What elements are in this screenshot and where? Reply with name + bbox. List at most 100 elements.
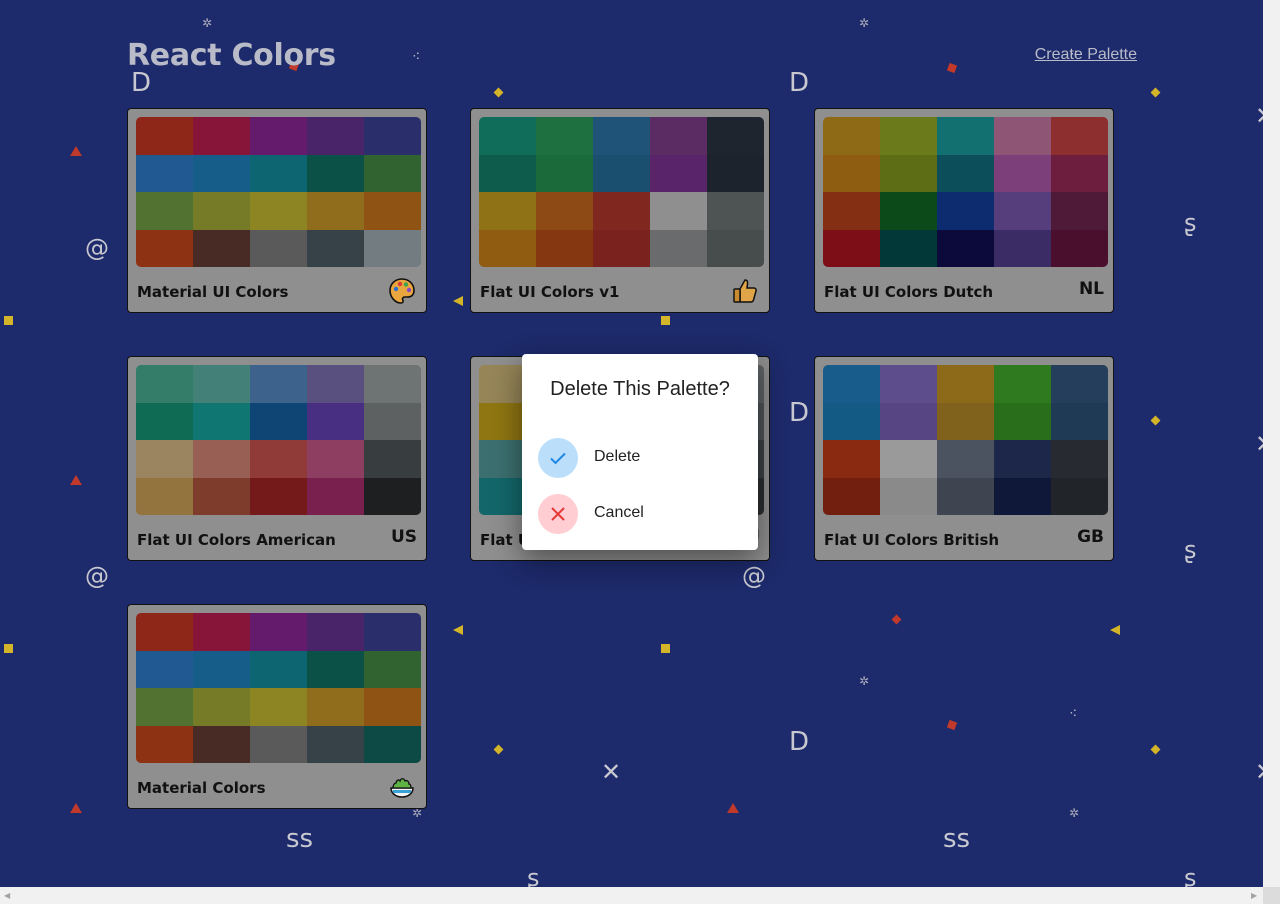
color-swatch bbox=[193, 192, 250, 230]
delete-label: Delete bbox=[594, 448, 641, 465]
color-swatch bbox=[250, 154, 307, 192]
color-swatch bbox=[136, 650, 193, 688]
color-swatch bbox=[250, 440, 307, 478]
delete-option[interactable]: Delete bbox=[538, 436, 742, 480]
color-swatch bbox=[1051, 440, 1108, 478]
color-swatch bbox=[136, 229, 193, 267]
color-swatch bbox=[364, 154, 421, 192]
palette-card[interactable]: Flat UI Colors British GB bbox=[814, 356, 1114, 561]
confetti-decoration: @ bbox=[85, 562, 109, 590]
color-swatch bbox=[307, 650, 364, 688]
color-swatch bbox=[250, 613, 307, 651]
color-swatch bbox=[536, 229, 593, 267]
color-swatch bbox=[937, 229, 994, 267]
color-swatch bbox=[193, 725, 250, 763]
confetti-decoration: ✕ bbox=[601, 758, 622, 786]
color-swatch bbox=[193, 688, 250, 726]
color-swatch bbox=[307, 117, 364, 155]
color-swatch bbox=[937, 192, 994, 230]
confetti-decoration: ✲ bbox=[859, 674, 870, 688]
color-swatch bbox=[994, 365, 1051, 403]
palette-card[interactable]: Flat UI Colors v1 bbox=[470, 108, 770, 313]
color-swatch bbox=[136, 477, 193, 515]
color-swatch bbox=[593, 229, 650, 267]
color-swatch bbox=[364, 365, 421, 403]
color-swatch bbox=[193, 440, 250, 478]
color-swatch bbox=[937, 117, 994, 155]
color-swatch bbox=[193, 229, 250, 267]
confetti-decoration: @ bbox=[85, 234, 109, 262]
scrollbar-corner bbox=[1263, 887, 1280, 904]
confetti-decoration: ⁖ bbox=[1069, 706, 1078, 722]
confetti-decoration: D bbox=[789, 727, 810, 757]
color-swatch bbox=[307, 688, 364, 726]
color-swatch bbox=[136, 117, 193, 155]
scroll-left-icon[interactable]: ◀ bbox=[4, 891, 10, 900]
color-swatch bbox=[479, 154, 536, 192]
confetti-decoration bbox=[493, 744, 504, 755]
color-swatch bbox=[994, 440, 1051, 478]
create-palette-link[interactable]: Create Palette bbox=[1035, 46, 1137, 64]
color-swatch bbox=[937, 365, 994, 403]
color-swatch bbox=[707, 154, 764, 192]
color-swatch bbox=[250, 192, 307, 230]
color-swatch bbox=[536, 154, 593, 192]
color-swatch bbox=[823, 402, 880, 440]
color-swatch bbox=[193, 402, 250, 440]
palette-swatch-grid bbox=[479, 117, 764, 267]
confetti-decoration bbox=[4, 644, 13, 653]
color-swatch bbox=[250, 477, 307, 515]
scroll-right-icon[interactable]: ▶ bbox=[1251, 891, 1257, 900]
delete-palette-dialog: Delete This Palette? Delete Cancel bbox=[522, 354, 758, 550]
color-swatch bbox=[707, 192, 764, 230]
confetti-decoration: ✕ bbox=[1255, 760, 1263, 784]
color-swatch bbox=[823, 365, 880, 403]
color-swatch bbox=[880, 229, 937, 267]
color-swatch bbox=[250, 688, 307, 726]
color-swatch bbox=[193, 117, 250, 155]
confetti-decoration bbox=[70, 803, 82, 813]
artist-palette-icon bbox=[389, 278, 415, 304]
palette-card[interactable]: Flat UI Colors American US bbox=[127, 356, 427, 561]
color-swatch bbox=[707, 117, 764, 155]
delete-avatar bbox=[538, 438, 578, 478]
confetti-decoration bbox=[1110, 625, 1120, 635]
palette-card[interactable]: Flat UI Colors Dutch NL bbox=[814, 108, 1114, 313]
color-swatch bbox=[193, 365, 250, 403]
vertical-scrollbar[interactable] bbox=[1263, 0, 1280, 887]
color-swatch bbox=[193, 477, 250, 515]
confetti-decoration: ʂ bbox=[1184, 536, 1197, 564]
color-swatch bbox=[364, 229, 421, 267]
confetti-decoration: ✲ bbox=[202, 16, 213, 30]
color-swatch bbox=[136, 725, 193, 763]
confetti-decoration: ✲ bbox=[1069, 806, 1080, 820]
color-swatch bbox=[307, 154, 364, 192]
color-swatch bbox=[307, 229, 364, 267]
horizontal-scrollbar[interactable]: ◀ ▶ bbox=[0, 887, 1263, 904]
color-swatch bbox=[136, 440, 193, 478]
color-swatch bbox=[994, 477, 1051, 515]
color-swatch bbox=[193, 154, 250, 192]
color-swatch bbox=[364, 477, 421, 515]
color-swatch bbox=[136, 365, 193, 403]
color-swatch bbox=[650, 117, 707, 155]
color-swatch bbox=[307, 365, 364, 403]
confetti-decoration bbox=[1150, 415, 1161, 426]
color-swatch bbox=[364, 725, 421, 763]
palette-card[interactable]: Material Colors bbox=[127, 604, 427, 809]
color-swatch bbox=[823, 192, 880, 230]
color-swatch bbox=[364, 613, 421, 651]
cancel-option[interactable]: Cancel bbox=[538, 492, 742, 536]
confetti-decoration bbox=[727, 803, 739, 813]
color-swatch bbox=[364, 650, 421, 688]
palette-card[interactable]: Material UI Colors bbox=[127, 108, 427, 313]
color-swatch bbox=[193, 613, 250, 651]
color-swatch bbox=[479, 117, 536, 155]
color-swatch bbox=[479, 192, 536, 230]
confetti-decoration: ✕ bbox=[1255, 104, 1263, 128]
page-title: React Colors bbox=[127, 38, 336, 73]
confetti-decoration bbox=[1150, 744, 1161, 755]
palette-swatch-grid bbox=[136, 365, 421, 515]
color-swatch bbox=[307, 192, 364, 230]
confetti-decoration bbox=[453, 625, 463, 635]
